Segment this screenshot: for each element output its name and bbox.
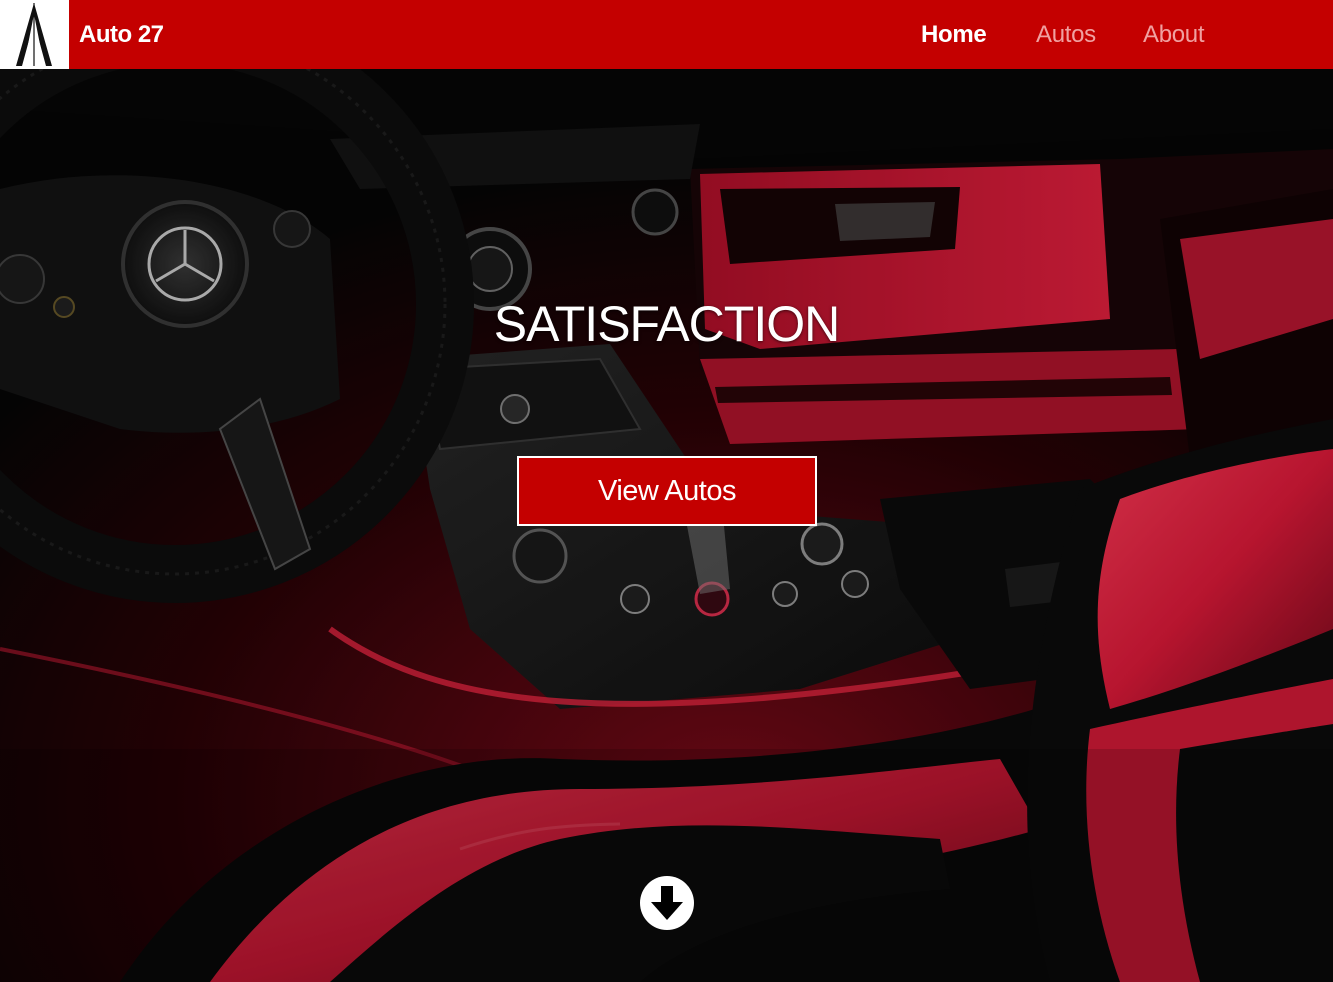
logo[interactable] <box>0 0 69 69</box>
hero-section: SATISFACTION View Autos <box>0 69 1333 982</box>
arrow-down-circle-icon <box>640 876 694 930</box>
triangle-a-logo-icon <box>16 3 52 66</box>
nav-about-link[interactable]: About <box>1143 20 1205 50</box>
brand-name[interactable]: Auto 27 <box>79 20 164 50</box>
top-navbar: Auto 27 Home Autos About <box>0 0 1333 69</box>
scroll-down-button[interactable] <box>639 875 695 931</box>
view-autos-button[interactable]: View Autos <box>517 456 817 526</box>
hero-title: SATISFACTION <box>493 296 840 352</box>
page: Auto 27 Home Autos About SATISFACTION Vi… <box>0 0 1333 982</box>
nav-autos-link[interactable]: Autos <box>1036 20 1096 50</box>
nav-home-link[interactable]: Home <box>921 20 987 50</box>
